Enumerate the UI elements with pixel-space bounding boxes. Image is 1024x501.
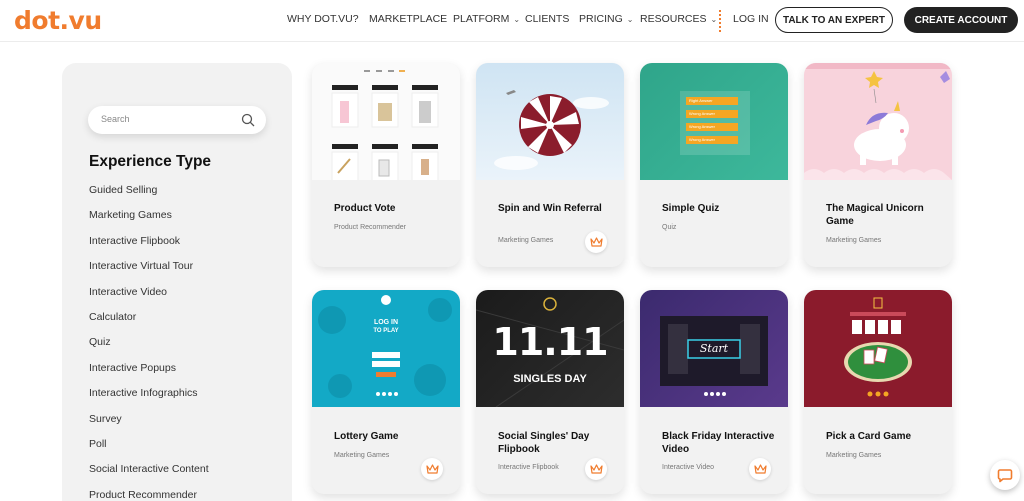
filter-interactive-video[interactable]: Interactive Video (89, 284, 209, 309)
nav-platform[interactable]: PLATFORM ⌄ (453, 13, 520, 25)
filter-interactive-flipbook[interactable]: Interactive Flipbook (89, 233, 209, 258)
search-icon[interactable] (240, 112, 256, 128)
card-title: Black Friday Interactive Video (662, 431, 775, 455)
nav-why-dotvu[interactable]: WHY DOT.VU? (287, 13, 359, 25)
filter-product-recommender[interactable]: Product Recommender (89, 487, 209, 501)
nav-clients[interactable]: CLIENTS (525, 13, 569, 25)
singles-day-text: SINGLES DAY (513, 373, 587, 385)
filter-interactive-popups[interactable]: Interactive Popups (89, 360, 209, 385)
template-card-magical-unicorn[interactable]: The Magical Unicorn Game Marketing Games (804, 63, 952, 267)
card-thumbnail (312, 63, 460, 180)
template-card-lottery-game[interactable]: LOG IN TO PLAY Lottery Game Marketing Ga… (312, 290, 460, 494)
card-category: Quiz (662, 224, 677, 231)
chevron-down-icon: ⌄ (513, 15, 521, 24)
lottery-login-heading: LOG IN (373, 319, 399, 326)
talk-to-expert-button[interactable]: TALK TO AN EXPERT (775, 7, 893, 33)
template-card-pick-a-card[interactable]: Pick a Card Game Marketing Games (804, 290, 952, 494)
nav-pricing[interactable]: PRICING ⌄ (579, 13, 633, 25)
quiz-answer-2: Wrong Answer (686, 110, 738, 118)
filter-poll[interactable]: Poll (89, 436, 209, 461)
card-thumbnail (804, 290, 952, 407)
experience-type-list: Guided Selling Marketing Games Interacti… (89, 182, 209, 501)
filter-calculator[interactable]: Calculator (89, 309, 209, 334)
quiz-answer-3: Wrong Answer (686, 123, 738, 131)
card-thumbnail: Right Answer Wrong Answer Wrong Answer W… (640, 63, 788, 180)
filter-guided-selling[interactable]: Guided Selling (89, 182, 209, 207)
nav-platform-label: PLATFORM (453, 13, 510, 25)
spin-wheel-preview (494, 90, 609, 170)
card-title: Lottery Game (334, 431, 399, 442)
nav-pricing-label: PRICING (579, 13, 623, 25)
nav-login[interactable]: LOG IN (733, 13, 769, 25)
card-category: Marketing Games (826, 452, 882, 459)
chat-support-button[interactable] (990, 460, 1020, 490)
card-thumbnail: Start (640, 290, 788, 407)
card-title: Social Singles' Day Flipbook (498, 431, 590, 455)
product-vote-preview (331, 70, 439, 180)
lottery-preview-bg (318, 295, 452, 398)
dotvu-logo[interactable]: dot.vu (14, 6, 102, 35)
card-title: Product Vote (334, 203, 396, 214)
card-title: Spin and Win Referral (498, 203, 602, 214)
premium-crown-icon (749, 458, 771, 480)
filter-interactive-virtual-tour[interactable]: Interactive Virtual Tour (89, 258, 209, 283)
template-card-simple-quiz[interactable]: Right Answer Wrong Answer Wrong Answer W… (640, 63, 788, 267)
template-card-product-vote[interactable]: Product Vote Product Recommender (312, 63, 460, 267)
card-thumbnail (476, 63, 624, 180)
filter-survey[interactable]: Survey (89, 411, 209, 436)
filter-sidebar: Search Experience Type Guided Selling Ma… (62, 63, 292, 501)
template-card-singles-day[interactable]: 11.11 SINGLES DAY Social Singles' Day Fl… (476, 290, 624, 494)
start-video-button: Start (699, 342, 729, 355)
card-thumbnail: 11.11 SINGLES DAY (476, 290, 624, 407)
quiz-answer-4: Wrong Answer (686, 136, 738, 144)
card-thumbnail (804, 63, 952, 180)
filter-marketing-games[interactable]: Marketing Games (89, 207, 209, 232)
nav-marketplace[interactable]: MARKETPLACE (369, 13, 447, 25)
search-input[interactable]: Search (88, 106, 266, 134)
unicorn-preview (804, 63, 952, 180)
filter-social-interactive-content[interactable]: Social Interactive Content (89, 461, 209, 486)
card-title: The Magical Unicorn Game (826, 203, 924, 227)
chevron-down-icon: ⌄ (710, 15, 718, 24)
singles-date-number: 11.11 (492, 320, 608, 364)
card-category: Interactive Video (662, 464, 715, 471)
chat-bubble-icon (997, 469, 1013, 483)
search-placeholder: Search (101, 114, 130, 124)
template-card-black-friday[interactable]: Start Black Friday Interactive Video Int… (640, 290, 788, 494)
premium-crown-icon (585, 458, 607, 480)
filter-quiz[interactable]: Quiz (89, 334, 209, 359)
pick-a-card-preview (844, 297, 912, 397)
experience-type-heading: Experience Type (89, 153, 212, 170)
card-category: Marketing Games (334, 452, 390, 459)
card-title: Simple Quiz (662, 203, 720, 214)
card-category: Marketing Games (826, 237, 882, 244)
template-card-spin-and-win[interactable]: Spin and Win Referral Marketing Games (476, 63, 624, 267)
premium-crown-icon (421, 458, 443, 480)
lottery-play-subheading: TO PLAY (373, 328, 399, 334)
card-category: Interactive Flipbook (498, 464, 559, 471)
filter-interactive-infographics[interactable]: Interactive Infographics (89, 385, 209, 410)
chevron-down-icon: ⌄ (626, 15, 634, 24)
nav-divider (719, 10, 721, 32)
top-navigation-bar: dot.vu WHY DOT.VU? MARKETPLACE PLATFORM ⌄… (0, 0, 1024, 42)
nav-resources-label: RESOURCES (640, 13, 707, 25)
card-thumbnail: LOG IN TO PLAY (312, 290, 460, 407)
card-category: Product Recommender (334, 224, 406, 231)
card-category: Marketing Games (498, 237, 554, 244)
nav-resources[interactable]: RESOURCES ⌄ (640, 13, 717, 25)
premium-crown-icon (585, 231, 607, 253)
quiz-answer-1: Right Answer (686, 97, 738, 105)
card-title: Pick a Card Game (826, 431, 912, 442)
create-account-button[interactable]: CREATE ACCOUNT (904, 7, 1018, 33)
